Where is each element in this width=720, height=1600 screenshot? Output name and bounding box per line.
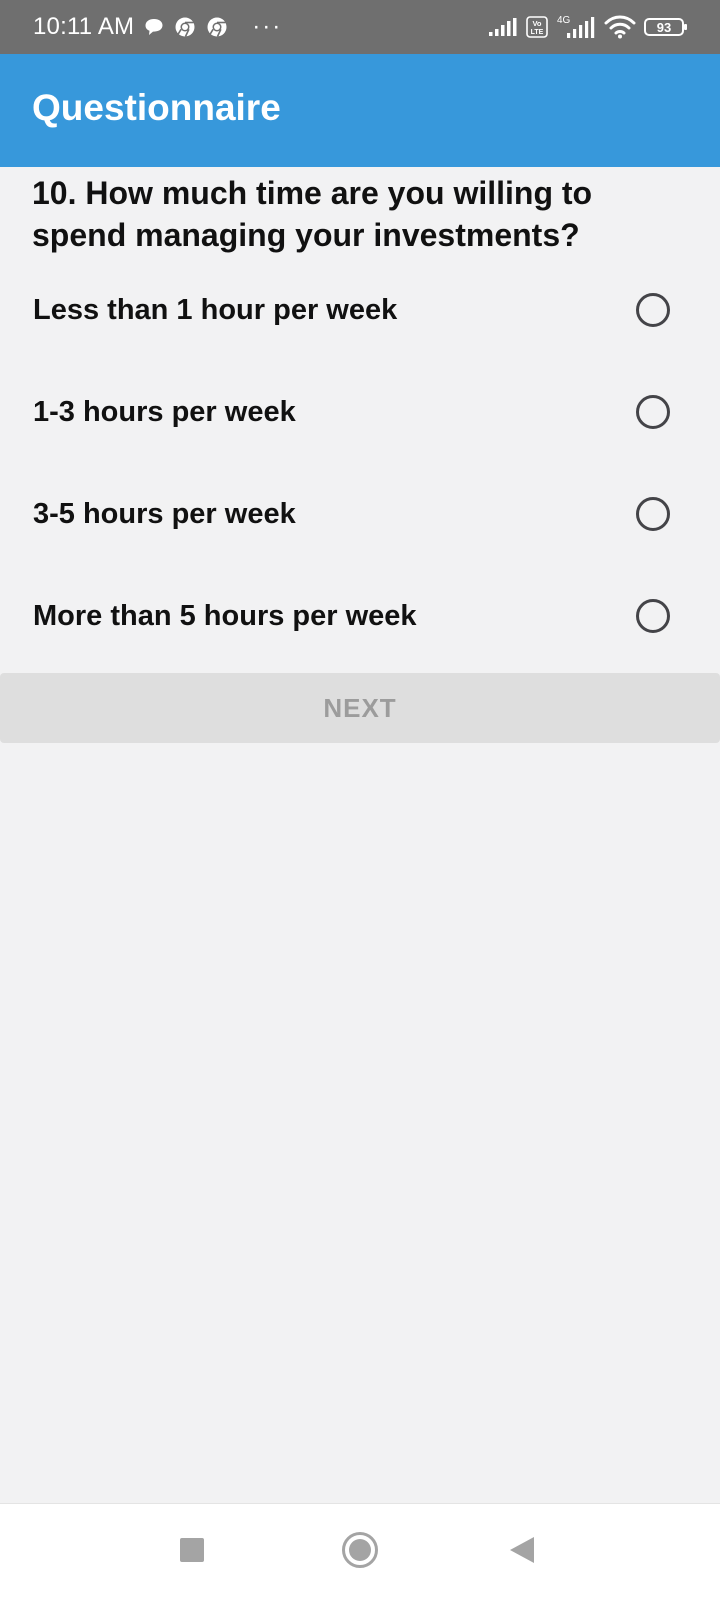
network-type-label: 4G <box>557 15 571 26</box>
battery-icon: 93 <box>644 18 687 36</box>
recents-square-icon <box>179 1537 205 1568</box>
recents-button[interactable] <box>152 1504 232 1600</box>
option-3-5-hours[interactable]: 3-5 hours per week <box>0 463 720 565</box>
svg-text:LTE: LTE <box>531 29 544 36</box>
option-label: Less than 1 hour per week <box>33 293 398 326</box>
volte-icon: Vo LTE <box>526 16 548 38</box>
status-right: Vo LTE 4G 93 <box>488 0 687 54</box>
home-button[interactable] <box>320 1504 400 1600</box>
radio-button[interactable] <box>636 599 670 633</box>
navigation-bar <box>0 1503 720 1600</box>
option-label: More than 5 hours per week <box>33 599 417 632</box>
radio-button[interactable] <box>636 293 670 327</box>
option-label: 1-3 hours per week <box>33 395 296 428</box>
wifi-icon <box>604 15 636 39</box>
more-notifications-icon: ··· <box>252 13 283 40</box>
radio-button[interactable] <box>636 395 670 429</box>
status-left: 10:11 AM ··· <box>33 0 282 54</box>
chat-bubble-icon <box>144 17 164 37</box>
app-bar: Questionnaire <box>0 54 720 167</box>
radio-button[interactable] <box>636 497 670 531</box>
option-more-than-5-hours[interactable]: More than 5 hours per week <box>0 565 720 667</box>
back-button[interactable] <box>482 1504 562 1600</box>
chrome-icon <box>206 16 228 38</box>
page-title: Questionnaire <box>32 86 281 128</box>
next-button[interactable]: NEXT <box>0 673 720 743</box>
option-label: 3-5 hours per week <box>33 497 296 530</box>
question-text: 10. How much time are you willing to spe… <box>32 175 593 253</box>
svg-text:Vo: Vo <box>532 19 541 28</box>
status-bar: 10:11 AM ··· Vo LTE 4G 93 <box>0 0 720 54</box>
home-circle-icon <box>341 1531 379 1574</box>
status-time: 10:11 AM <box>33 13 135 40</box>
back-triangle-icon <box>508 1535 536 1570</box>
option-less-than-1-hour[interactable]: Less than 1 hour per week <box>0 259 720 361</box>
signal-4g-icon: 4G <box>556 14 596 40</box>
signal-icon <box>488 17 518 37</box>
chrome-icon <box>174 16 196 38</box>
option-1-3-hours[interactable]: 1-3 hours per week <box>0 361 720 463</box>
